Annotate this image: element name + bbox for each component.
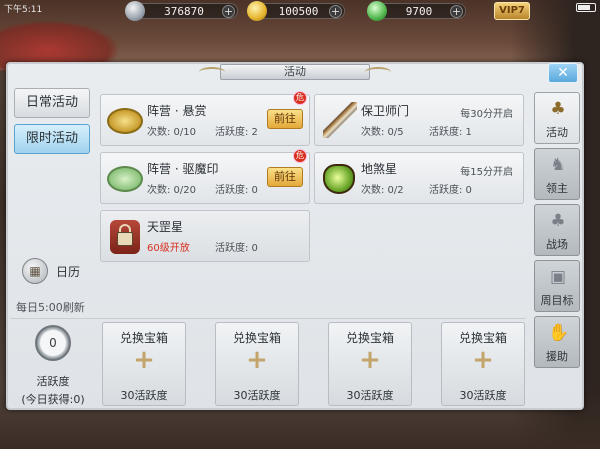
- add-jade-button[interactable]: +: [450, 5, 463, 18]
- activity-count: 次数: 0/20: [147, 185, 197, 196]
- close-button[interactable]: ✕: [548, 63, 578, 83]
- add-gold-button[interactable]: +: [329, 5, 342, 18]
- activity-count: 次数: 0/2: [361, 185, 404, 196]
- activity-points: 活跃度: 1: [429, 127, 472, 138]
- side-tab-label: 活动: [546, 126, 568, 139]
- clover-icon: ♣: [550, 99, 566, 119]
- side-tab-label: 战场: [546, 238, 568, 251]
- side-tab-label: 领主: [546, 182, 568, 195]
- chest-title: 兑换宝箱: [458, 331, 507, 345]
- plus-icon: +: [246, 345, 268, 375]
- jade-icon: [367, 1, 387, 21]
- resource-value: 9700: [405, 5, 433, 18]
- chest-title: 兑换宝箱: [232, 331, 281, 345]
- exchange-chest-1[interactable]: 兑换宝箱 + 30活跃度: [102, 322, 186, 406]
- chest-cost: 30活跃度: [459, 389, 507, 402]
- side-tab-boss[interactable]: ♞ 领主: [534, 148, 580, 200]
- divider: [10, 318, 526, 319]
- activity-points: 活跃度: 2: [215, 127, 258, 138]
- right-sidebar: ♣ 活动 ♞ 领主 ♣ 战场 ▣ 周目标 ✋ 援助: [534, 92, 580, 392]
- side-tab-label: 周目标: [540, 294, 574, 307]
- side-tab-label: 援助: [546, 350, 568, 363]
- activity-card-heaven-star[interactable]: 天罡星 60级开放 活跃度: 0: [100, 210, 310, 262]
- plus-icon: +: [133, 345, 155, 375]
- go-button[interactable]: 前往: [267, 109, 303, 129]
- chest-title: 兑换宝箱: [119, 331, 168, 345]
- plus-icon: +: [472, 345, 494, 375]
- jade-coin-icon: [105, 158, 145, 198]
- calendar-label[interactable]: 日历: [56, 263, 80, 280]
- green-shield-icon: [319, 158, 359, 198]
- activity-schedule: 每30分开启: [460, 109, 513, 120]
- vip-badge[interactable]: VIP7: [494, 2, 530, 20]
- exchange-chest-2[interactable]: 兑换宝箱 + 30活跃度: [215, 322, 299, 406]
- activity-card-earth-star[interactable]: 地煞星 次数: 0/2 活跃度: 0 每15分开启: [314, 152, 524, 204]
- battery-icon: [576, 3, 596, 12]
- activity-points: 活跃度: 0: [429, 185, 472, 196]
- side-tab-activity[interactable]: ♣ 活动: [534, 92, 580, 144]
- activity-name: 保卫师门: [361, 104, 410, 118]
- side-tab-weekly-goal[interactable]: ▣ 周目标: [534, 260, 580, 312]
- gold-ingot-icon: [247, 1, 267, 21]
- activity-name: 阵营 · 驱魔印: [147, 162, 219, 176]
- go-button[interactable]: 前往: [267, 167, 303, 187]
- silver-coin-icon: [125, 1, 145, 21]
- activity-card-bounty[interactable]: 阵营 · 悬赏 次数: 0/10 活跃度: 2 前往 危: [100, 91, 310, 146]
- exchange-chest-4[interactable]: 兑换宝箱 + 30活跃度: [441, 322, 525, 406]
- chest-cost: 30活跃度: [120, 389, 168, 402]
- danger-badge: 危: [293, 149, 307, 163]
- resource-gold: 100500 +: [247, 1, 345, 21]
- exchange-chest-3[interactable]: 兑换宝箱 + 30活跃度: [328, 322, 412, 406]
- status-time: 下午5:11: [4, 5, 43, 15]
- level-requirement: 60级开放: [147, 243, 190, 254]
- bounty-ring-icon: [105, 100, 145, 140]
- chest-title: 兑换宝箱: [345, 331, 394, 345]
- battlefield-icon: ♣: [550, 211, 566, 231]
- resource-value: 100500: [278, 5, 319, 18]
- plus-icon: +: [359, 345, 381, 375]
- side-tab-battlefield[interactable]: ♣ 战场: [534, 204, 580, 256]
- activity-count: 次数: 0/5: [361, 127, 404, 138]
- chest-cost: 30活跃度: [233, 389, 281, 402]
- activity-points-label: 活跃度: [36, 375, 70, 388]
- panel-title: 活动: [199, 64, 391, 80]
- activity-name: 阵营 · 悬赏: [147, 104, 207, 118]
- help-hand-icon: ✋: [548, 323, 570, 343]
- refresh-time-note: 每日5:00刷新: [16, 301, 85, 314]
- danger-badge: 危: [293, 91, 307, 105]
- calendar-icon[interactable]: ▦: [22, 258, 48, 284]
- activity-card-guard[interactable]: 保卫师门 次数: 0/5 活跃度: 1 每30分开启: [314, 94, 524, 146]
- boss-icon: ♞: [550, 155, 566, 175]
- activity-card-seal[interactable]: 阵营 · 驱魔印 次数: 0/20 活跃度: 0 前往 危: [100, 149, 310, 204]
- lock-icon: [105, 216, 145, 256]
- activity-name: 天罡星: [147, 220, 184, 234]
- activity-points-today: (今日获得:0): [21, 393, 85, 406]
- resource-jade: 9700 +: [367, 1, 466, 21]
- chest-cost: 30活跃度: [346, 389, 394, 402]
- tab-daily-activities[interactable]: 日常活动: [14, 88, 90, 118]
- side-tab-help[interactable]: ✋ 援助: [534, 316, 580, 368]
- activity-schedule: 每15分开启: [460, 167, 513, 178]
- sword-icon: [319, 100, 359, 140]
- resource-silver: 376870 +: [125, 1, 238, 21]
- activity-name: 地煞星: [361, 162, 398, 176]
- tab-limited-activities[interactable]: 限时活动: [14, 124, 90, 154]
- activity-points-ring: 0: [35, 325, 71, 361]
- resource-value: 376870: [164, 5, 204, 18]
- activity-points: 活跃度: 0: [215, 243, 258, 254]
- add-silver-button[interactable]: +: [222, 5, 235, 18]
- activity-count: 次数: 0/10: [147, 127, 197, 138]
- activity-points: 活跃度: 0: [215, 185, 258, 196]
- chest-icon: ▣: [549, 267, 567, 287]
